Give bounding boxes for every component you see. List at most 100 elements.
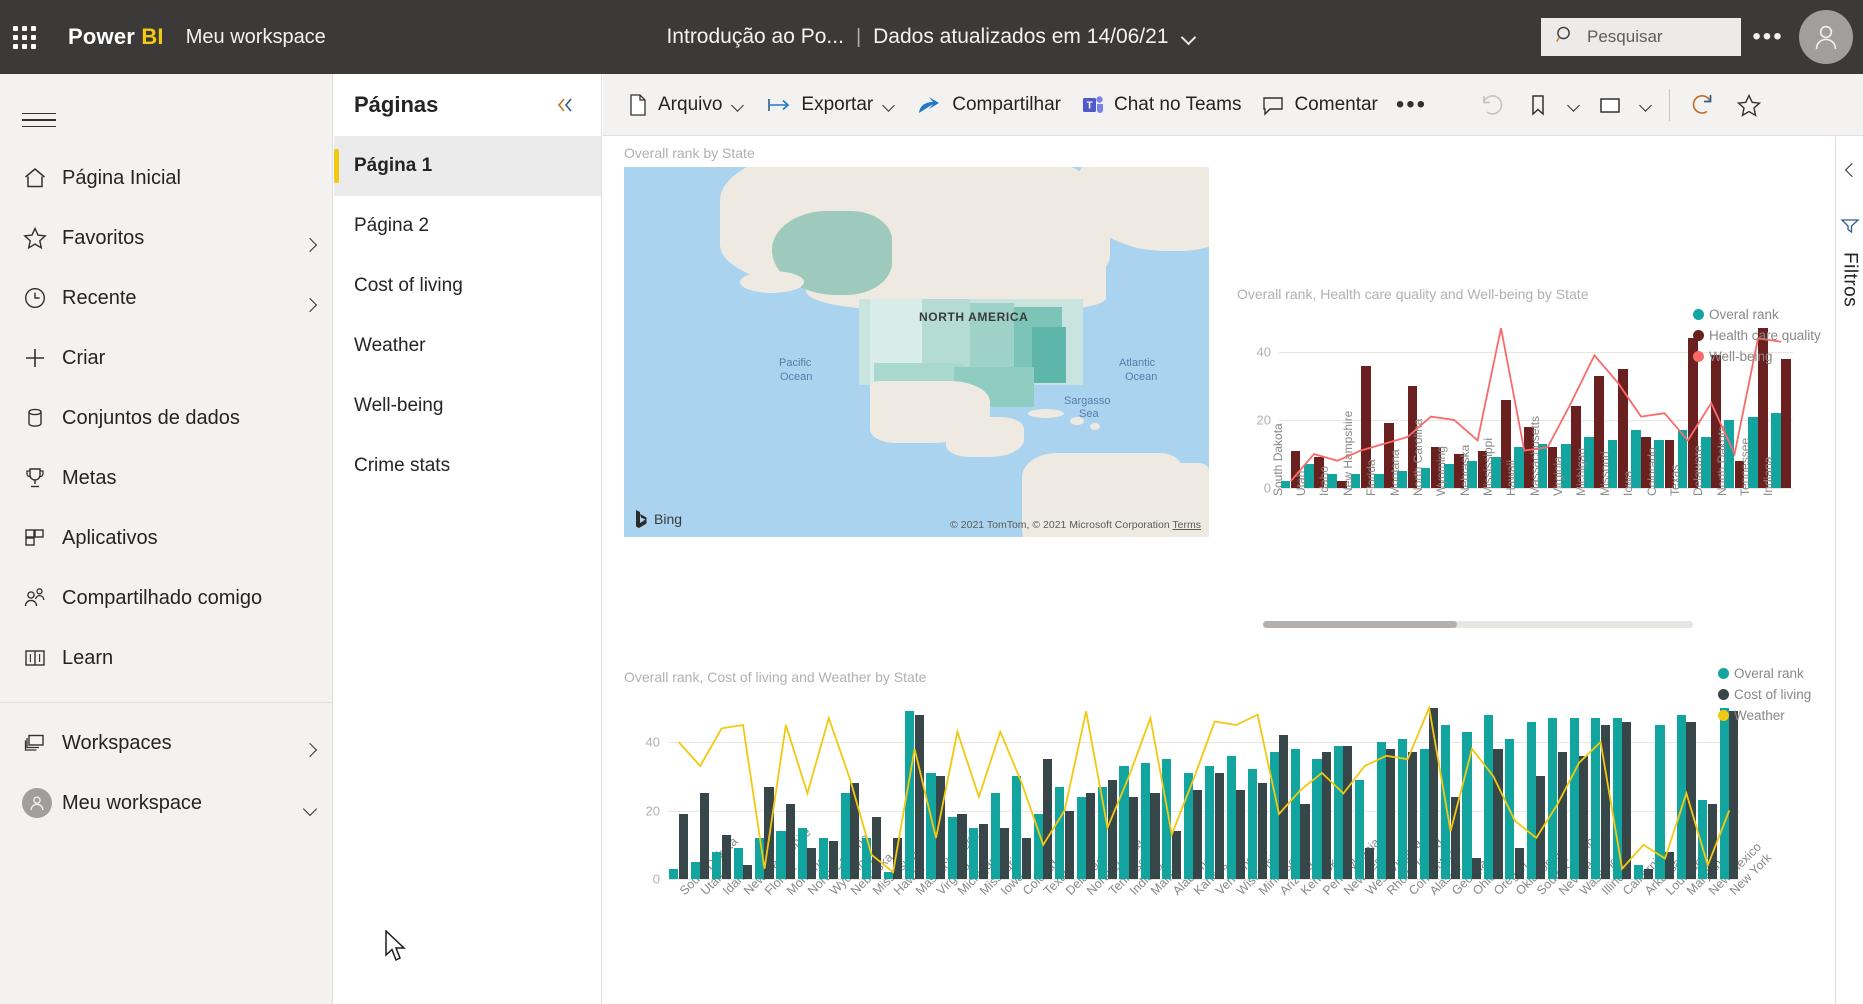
legend-label: Weather <box>1734 708 1785 723</box>
chevron-down-icon[interactable] <box>730 97 746 113</box>
view-rectangle-icon[interactable] <box>1587 82 1633 128</box>
breadcrumb-workspace[interactable]: Meu workspace <box>186 26 326 49</box>
sidebar-item-label: Criar <box>62 346 106 369</box>
chart-line-layer <box>678 704 1731 874</box>
map-terms-link[interactable]: Terms <box>1172 519 1201 531</box>
page-item-weather[interactable]: Weather <box>334 316 601 376</box>
costliving-chart-legend[interactable]: Overal rank Cost of living Weather <box>1718 663 1811 726</box>
legend-item[interactable]: Health care quality <box>1693 325 1821 346</box>
file-icon <box>627 93 649 117</box>
page-item-label: Well-being <box>354 395 444 416</box>
legend-item[interactable]: Cost of living <box>1718 684 1811 705</box>
double-chevron-left-icon[interactable] <box>551 91 579 119</box>
report-canvas[interactable]: Overall rank by State NORTH AMERICA Paci… <box>603 136 1835 1004</box>
compartilhar-button[interactable]: Compartilhar <box>907 81 1071 129</box>
exportar-label: Exportar <box>801 93 874 115</box>
map-visual-title: Overall rank by State <box>624 145 755 161</box>
export-arrow-icon <box>766 95 792 115</box>
arquivo-label: Arquivo <box>658 93 723 115</box>
comentar-button[interactable]: Comentar <box>1251 81 1387 129</box>
sidebar-item-meu-workspace[interactable]: Meu workspace <box>0 773 332 833</box>
brand-power-text: Power <box>68 24 142 49</box>
map-visual[interactable]: NORTH AMERICA Pacific Ocean Atlantic Oce… <box>624 167 1209 537</box>
chart-line-series[interactable] <box>678 704 1731 874</box>
legend-item[interactable]: Overal rank <box>1718 663 1811 684</box>
chevron-down-icon[interactable] <box>1181 29 1197 45</box>
sidebar-item-label: Metas <box>62 466 117 489</box>
last-refresh-label: Dados atualizados em 14/06/21 <box>873 25 1169 48</box>
arquivo-button[interactable]: Arquivo <box>617 81 756 129</box>
costliving-chart-title: Overall rank, Cost of living and Weather… <box>624 669 927 685</box>
page-item-crime-stats[interactable]: Crime stats <box>334 436 601 496</box>
map-label-pacific-ocean: Ocean <box>780 371 813 383</box>
legend-color-swatch <box>1718 689 1729 700</box>
health-chart-legend[interactable]: Overal rank Health care quality Well-being <box>1693 304 1821 367</box>
power-bi-logo[interactable]: Power BI <box>68 24 164 50</box>
toolbar-more-options[interactable]: ••• <box>1388 81 1435 129</box>
pages-panel-title: Páginas <box>354 92 439 117</box>
bookmark-icon[interactable] <box>1515 82 1561 128</box>
sidebar-item-recente[interactable]: Recente <box>0 268 332 328</box>
health-chart-scrollbar-thumb[interactable] <box>1263 621 1457 628</box>
exportar-button[interactable]: Exportar <box>756 81 907 129</box>
legend-color-swatch <box>1693 351 1704 362</box>
teams-icon: T <box>1081 94 1105 116</box>
page-item-cost-of-living[interactable]: Cost of living <box>334 256 601 316</box>
map-label-sargasso: Sargasso <box>1064 395 1111 407</box>
legend-item[interactable]: Overal rank <box>1693 304 1821 325</box>
reset-undo-icon[interactable] <box>1469 82 1515 128</box>
bing-logo[interactable]: Bing <box>634 509 682 529</box>
chevron-down-icon[interactable] <box>881 97 897 113</box>
map-label-atlantic-ocean: Ocean <box>1125 371 1158 383</box>
topbar-more-options[interactable]: ••• <box>1749 18 1787 56</box>
sidebar-item-pagina-inicial[interactable]: Página Inicial <box>0 148 332 208</box>
health-chart-scrollbar-track[interactable] <box>1263 621 1693 628</box>
search-input[interactable]: Pesquisar <box>1541 18 1741 56</box>
chevron-left-icon[interactable] <box>1840 160 1860 180</box>
map-label-atlantic: Atlantic <box>1119 357 1156 369</box>
map-label-sargasso-sea: Sea <box>1079 408 1099 420</box>
sidebar-item-workspaces[interactable]: Workspaces <box>0 713 332 773</box>
star-icon <box>22 225 62 251</box>
sidebar-item-aplicativos[interactable]: Aplicativos <box>0 508 332 568</box>
filters-rail-label: Filtros <box>1839 252 1861 308</box>
map-label-pacific: Pacific <box>779 357 812 369</box>
people-icon <box>22 585 62 611</box>
legend-item[interactable]: Well-being <box>1693 346 1821 367</box>
sidebar-item-conjuntos-de-dados[interactable]: Conjuntos de dados <box>0 388 332 448</box>
legend-color-swatch <box>1718 668 1729 679</box>
user-avatar-icon[interactable] <box>1799 10 1853 64</box>
sidebar-item-favoritos[interactable]: Favoritos <box>0 208 332 268</box>
share-icon <box>917 94 943 116</box>
sidebar-item-compartilhado-comigo[interactable]: Compartilhado comigo <box>0 568 332 628</box>
hamburger-menu-icon[interactable] <box>22 92 78 148</box>
sidebar-item-label: Compartilhado comigo <box>62 586 263 609</box>
sidebar-item-label: Conjuntos de dados <box>62 406 240 429</box>
sidebar-item-metas[interactable]: Metas <box>0 448 332 508</box>
filter-funnel-icon[interactable] <box>1839 214 1861 236</box>
book-icon <box>22 645 62 671</box>
app-launcher-icon[interactable] <box>0 0 48 74</box>
costliving-chart-visual[interactable]: 02040South DakotaUtahIdahoNew HampshireF… <box>624 689 1775 959</box>
page-item-label: Crime stats <box>354 455 451 476</box>
pages-panel-header: Páginas <box>334 74 601 136</box>
report-title[interactable]: Introdução ao Po... <box>666 25 843 49</box>
favorite-star-icon[interactable] <box>1726 82 1772 128</box>
workspaces-icon <box>22 730 62 756</box>
apps-grid-icon <box>22 525 62 551</box>
legend-item[interactable]: Weather <box>1718 705 1811 726</box>
filters-rail: Filtros <box>1835 136 1863 1004</box>
sidebar-item-label: Learn <box>62 646 114 669</box>
sidebar-item-learn[interactable]: Learn <box>0 628 332 688</box>
sidebar-item-criar[interactable]: Criar <box>0 328 332 388</box>
page-item-well-being[interactable]: Well-being <box>334 376 601 436</box>
page-item-pagina-2[interactable]: Página 2 <box>334 196 601 256</box>
bookmark-chevron-icon[interactable] <box>1561 82 1587 128</box>
trophy-icon <box>22 465 62 491</box>
legend-label: Overal rank <box>1734 666 1804 681</box>
chat-no-teams-button[interactable]: T Chat no Teams <box>1071 81 1251 129</box>
search-placeholder: Pesquisar <box>1587 27 1663 46</box>
view-chevron-icon[interactable] <box>1633 82 1659 128</box>
refresh-icon[interactable] <box>1680 82 1726 128</box>
page-item-pagina-1[interactable]: Página 1 <box>334 136 601 196</box>
